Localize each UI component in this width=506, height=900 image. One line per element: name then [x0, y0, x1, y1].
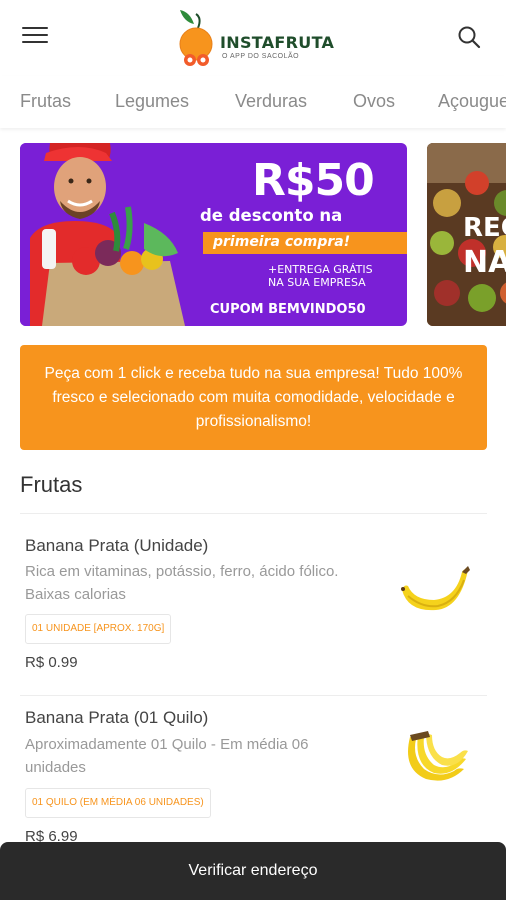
tab-ovos[interactable]: Ovos: [353, 91, 395, 112]
banner-line4-text: NA SUA EMPRESA: [268, 276, 366, 289]
product-description: Rica em vitaminas, potássio, ferro, ácid…: [25, 563, 339, 603]
banner2-line1: REC: [463, 213, 506, 243]
section-divider: [20, 513, 487, 514]
verify-address-button[interactable]: Verificar endereço: [0, 842, 506, 900]
banner-line3: +ENTREGA GRÁTIS NA SUA EMPRESA: [268, 263, 373, 289]
logo-tagline: O APP DO SACOLÃO: [222, 53, 300, 60]
product-card[interactable]: Banana Prata (Unidade) Rica em vitaminas…: [0, 520, 506, 690]
tab-legumes[interactable]: Legumes: [115, 91, 189, 112]
delivery-man-illustration: [20, 143, 220, 326]
category-tabs: Frutas Legumes Verduras Ovos Açougue: [0, 76, 506, 128]
tab-frutas[interactable]: Frutas: [20, 91, 71, 112]
promo-banner[interactable]: R$50 de desconto na primeira compra! +EN…: [20, 143, 407, 326]
app-header: INSTAFRUTA O APP DO SACOLÃO: [0, 0, 506, 75]
product-description: Aproximadamente 01 Quilo - Em média 06 u…: [25, 736, 309, 776]
banana-icon: [401, 566, 470, 611]
banana-bunch-icon: [408, 731, 468, 781]
tab-verduras[interactable]: Verduras: [235, 91, 307, 112]
promo-text: Peça com 1 click e receba tudo na sua em…: [44, 364, 463, 430]
search-icon[interactable]: [456, 24, 482, 50]
logo-name: INSTAFRUTA: [220, 33, 335, 52]
banner-line3-text: +ENTREGA GRÁTIS: [268, 263, 373, 276]
hamburger-menu-icon[interactable]: [22, 27, 48, 47]
banner-coupon: CUPOM BEMVINDO50: [210, 302, 366, 317]
product-unit-badge: 01 UNIDADE [APROX. 170G]: [25, 614, 172, 644]
orange-logo-icon: [179, 10, 213, 66]
verify-address-label: Verificar endereço: [188, 862, 318, 879]
app-logo[interactable]: INSTAFRUTA O APP DO SACOLÃO: [176, 6, 336, 68]
promo-banner-next[interactable]: REC NA: [427, 143, 506, 326]
section-title: Frutas: [20, 472, 83, 497]
product-card[interactable]: Banana Prata (01 Quilo) Aproximadamente …: [0, 695, 506, 865]
banner2-line2: NA: [463, 245, 506, 280]
product-name: Banana Prata (Unidade): [25, 536, 209, 555]
banner-line1: de desconto na: [200, 206, 343, 225]
banner-amount: R$50: [252, 155, 375, 206]
tab-acougue[interactable]: Açougue: [438, 91, 506, 112]
product-name: Banana Prata (01 Quilo): [25, 708, 209, 727]
product-price: R$ 0.99: [25, 654, 78, 671]
product-unit-badge: 01 QUILO (EM MÉDIA 06 UNIDADES): [25, 788, 211, 818]
banner-line2: primeira compra!: [213, 234, 351, 250]
promo-message: Peça com 1 click e receba tudo na sua em…: [20, 345, 487, 450]
